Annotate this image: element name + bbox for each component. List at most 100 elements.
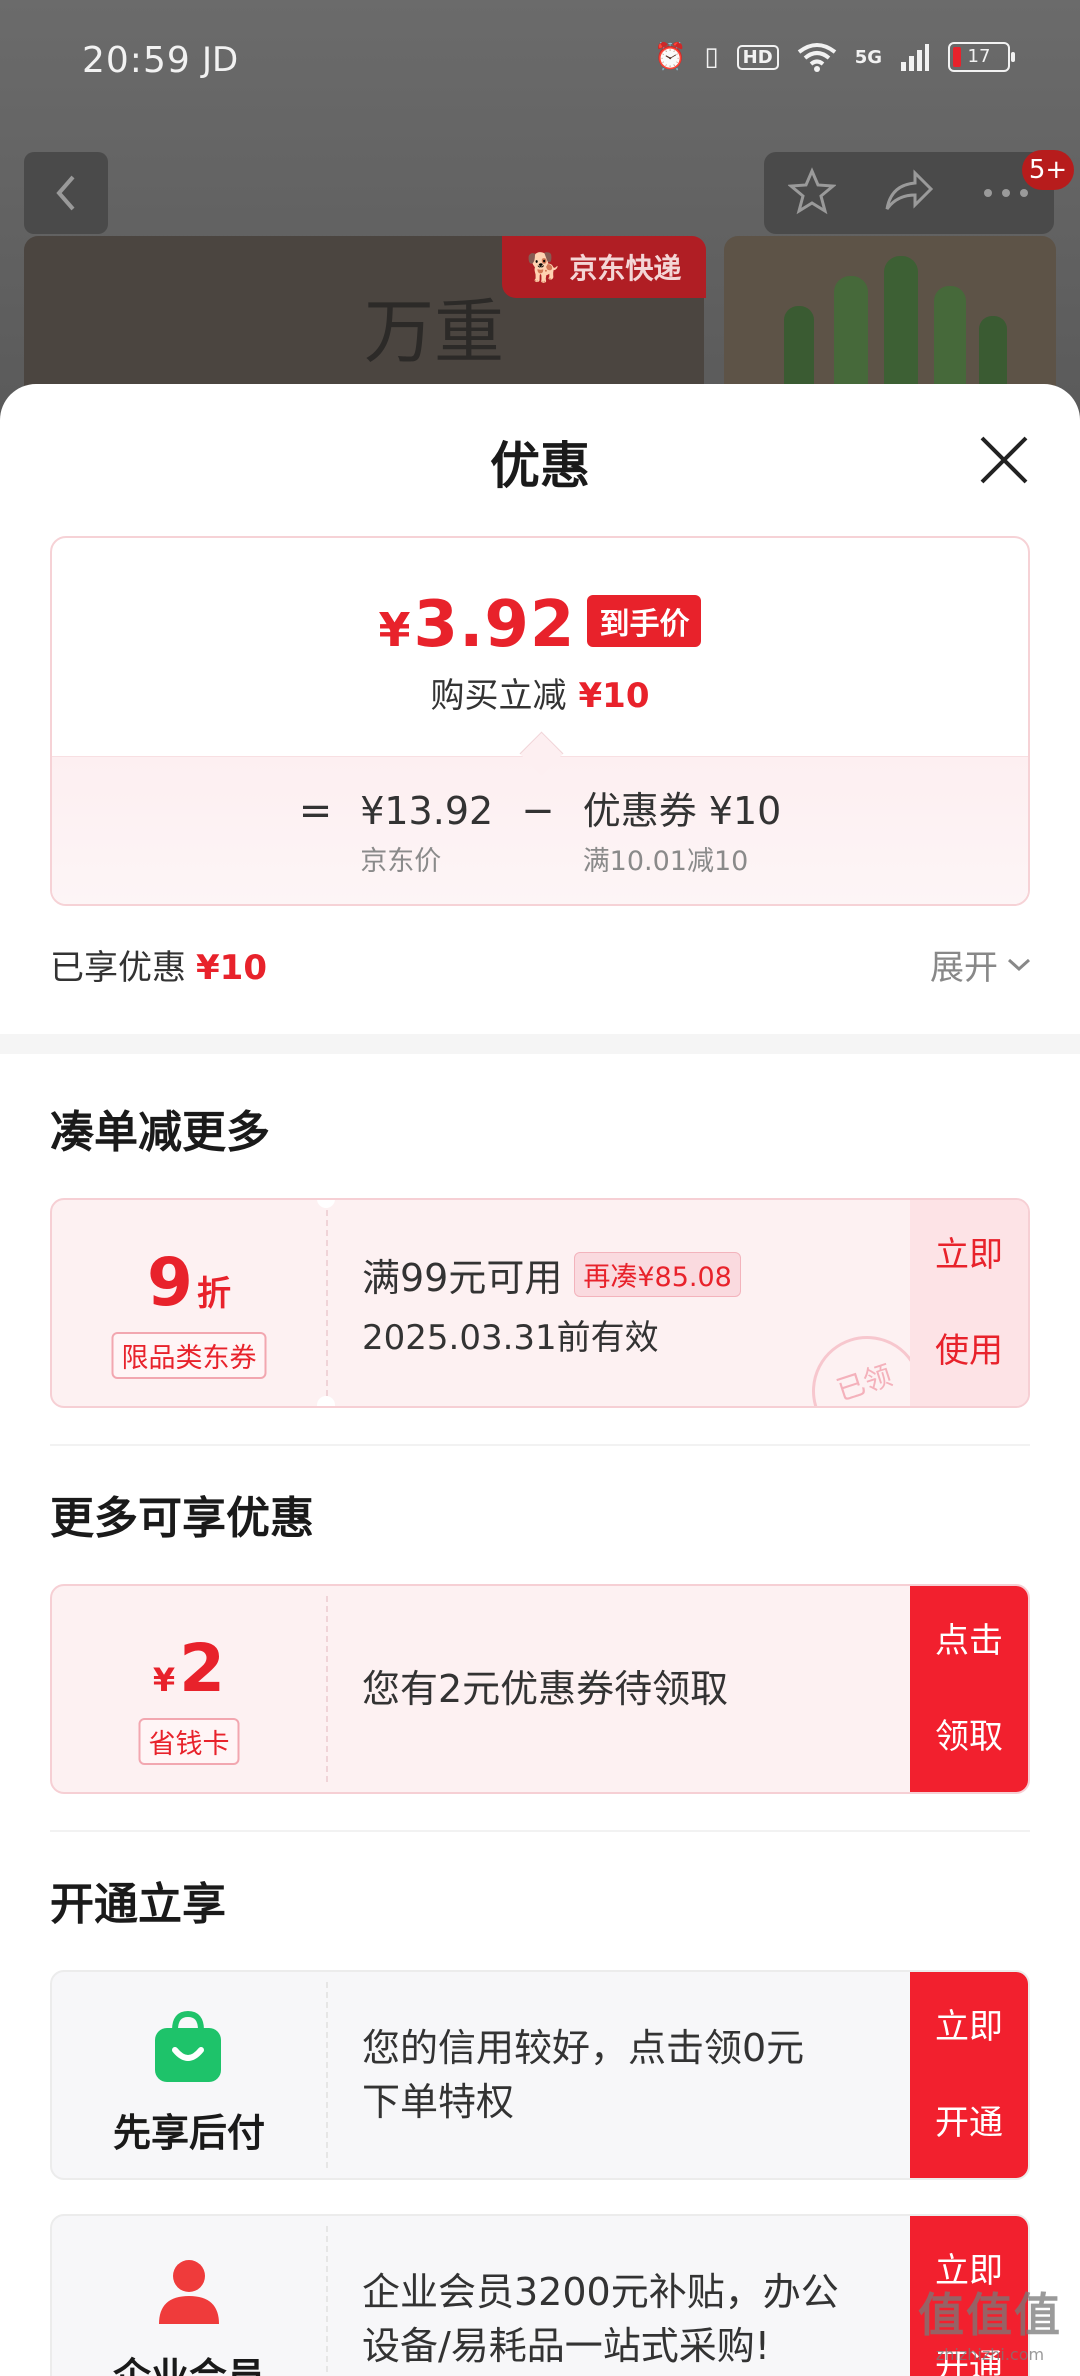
enterprise-member-card: 企业会员 企业会员3200元补贴，办公 设备/易耗品一站式采购! 立即开通	[50, 2214, 1030, 2376]
section-title-open: 开通立享	[50, 1879, 226, 1930]
pay-later-line1: 您的信用较好，点击领0元	[362, 2026, 805, 2070]
coupon-separator	[326, 1982, 328, 2168]
shopping-bag-icon	[155, 2010, 221, 2082]
coupon-term: 优惠券 ¥10 满10.01减10	[583, 787, 782, 878]
expand-label: 展开	[930, 948, 998, 988]
coupon-left: 9折 限品类东券	[52, 1200, 326, 1406]
status-app-label: JD	[202, 40, 239, 80]
watermark-logo: 值值值	[918, 2288, 1062, 2342]
pay-later-card: 先享后付 您的信用较好，点击领0元 下单特权 立即开通	[50, 1970, 1030, 2180]
dog-logo-icon: 🐕	[526, 250, 562, 284]
network-type: 5G	[854, 46, 882, 68]
watermark-url: zhizhizhi.com	[935, 2345, 1045, 2364]
star-icon	[786, 167, 837, 215]
coupon-discount-unit: 折	[196, 1274, 231, 1314]
section-title-enjoy: 更多可享优惠	[50, 1493, 314, 1544]
enterprise-line2: 设备/易耗品一站式采购!	[362, 2324, 771, 2368]
pay-later-details: 您的信用较好，点击领0元 下单特权	[362, 1972, 908, 2178]
hd-icon: HD	[736, 44, 779, 70]
coupon-separator	[326, 1210, 328, 1396]
price-equation: = ¥13.92 京东价 − 优惠券 ¥10 满10.01减10	[52, 787, 1028, 878]
claim-button[interactable]: 点击 领取	[910, 1586, 1028, 1792]
coupon-claim-text: 您有2元优惠券待领取	[362, 1667, 729, 1711]
jd-price-term: ¥13.92 京东价	[360, 787, 493, 878]
battery-indicator: 17	[948, 42, 1015, 72]
jd-express-label: 京东快递	[569, 252, 682, 285]
back-button[interactable]	[24, 152, 108, 234]
thumbnail-deco-text: 万重	[364, 291, 504, 373]
coupon-condition-text: 满99元可用	[362, 1256, 563, 1300]
alarm-icon: ⏰	[653, 42, 687, 72]
pay-later-label: 先享后付	[112, 2111, 265, 2155]
person-icon	[159, 2260, 219, 2324]
wifi-icon	[797, 43, 836, 72]
coupon-amount: ¥2	[52, 1630, 326, 1707]
more-button[interactable]	[982, 184, 1030, 203]
section-gap	[0, 1034, 1080, 1054]
enterprise-label: 企业会员	[52, 2346, 326, 2376]
enterprise-details: 企业会员3200元补贴，办公 设备/易耗品一站式采购!	[362, 2216, 908, 2376]
use-now-button[interactable]: 立即 使用	[910, 1200, 1028, 1406]
jd-price-value: ¥13.92	[360, 789, 494, 833]
final-price-value: 3.92	[413, 588, 576, 662]
expand-button[interactable]: 展开	[930, 940, 1032, 989]
signal-icon	[901, 44, 929, 71]
coupon-amount-value: 2	[179, 1630, 226, 1707]
saved-amount: ¥10	[196, 948, 267, 988]
message-badge: 5+	[1022, 150, 1074, 190]
favorite-button[interactable]	[786, 167, 837, 219]
price-calculation-area: = ¥13.92 京东价 − 优惠券 ¥10 满10.01减10	[52, 756, 1028, 904]
equals-sign: =	[298, 788, 333, 834]
currency-symbol: ¥	[378, 603, 412, 657]
coupon-expiry: 2025.03.31前有效	[362, 1318, 659, 1358]
activate-line2: 开通	[935, 2103, 1003, 2143]
activate-pay-later-button[interactable]: 立即 开通	[910, 1972, 1028, 2178]
share-button[interactable]	[883, 167, 935, 219]
nav-actions	[764, 152, 1054, 234]
final-price: ¥3.92	[379, 588, 576, 662]
discount-sheet: 优惠 ¥3.92 到手价 购买立减 ¥10 = ¥13.92 京东价 − 优惠券…	[0, 384, 1080, 2376]
coupon-condition: 满10.01减10	[582, 846, 749, 877]
status-time: 20:59	[82, 40, 191, 81]
chevron-down-icon	[1007, 958, 1031, 971]
coupon-card-discount: 9折 限品类东券 满99元可用 再凑¥85.08 2025.03.31前有效 已…	[50, 1198, 1030, 1408]
claim-line2: 领取	[935, 1717, 1003, 1757]
final-price-tag: 到手价	[587, 595, 702, 647]
divider	[50, 1444, 1030, 1446]
claim-line1: 点击	[935, 1621, 1003, 1661]
coupon-value: 优惠券 ¥10	[582, 789, 782, 833]
final-price-area: ¥3.92 到手价 购买立减 ¥10	[52, 538, 1028, 756]
coupon-condition-row: 满99元可用 再凑¥85.08	[362, 1247, 908, 1302]
coupon-separator	[326, 2226, 328, 2376]
more-dots-icon	[984, 188, 1029, 197]
activate-line1: 立即	[935, 2007, 1003, 2047]
enterprise-line1: 企业会员3200元补贴，办公	[362, 2270, 839, 2314]
vibrate-icon: ▯	[704, 42, 719, 72]
instant-discount-label: 购买立减	[430, 676, 567, 716]
coupon-yen: ¥	[152, 1661, 176, 1699]
coupon-notch-bottom	[317, 1396, 335, 1406]
final-price-row: ¥3.92 到手价	[52, 588, 1028, 662]
minus-sign: −	[521, 788, 555, 834]
coupon-separator	[326, 1596, 328, 1782]
coupon-discount-value: 9	[147, 1244, 193, 1321]
jd-express-badge: 🐕 京东快递	[502, 236, 706, 298]
price-breakdown-card: ¥3.92 到手价 购买立减 ¥10 = ¥13.92 京东价 − 优惠券 ¥10…	[50, 536, 1030, 906]
saved-discount-row: 已享优惠 ¥10	[50, 940, 267, 989]
use-now-line1: 立即	[935, 1235, 1003, 1275]
watermark: 值值值 zhizhizhi.com	[918, 2279, 1062, 2364]
share-icon	[885, 169, 934, 210]
add-more-pill: 再凑¥85.08	[574, 1252, 741, 1297]
section-title-more: 凑单减更多	[50, 1107, 270, 1158]
coupon-type-tag: 限品类东券	[111, 1332, 267, 1379]
enterprise-left: 企业会员	[52, 2216, 326, 2376]
pay-later-left: 先享后付	[52, 1972, 326, 2178]
savings-card-tag: 省钱卡	[138, 1718, 240, 1765]
status-bar: 20:59 JD ⏰ ▯ HD 5G 17	[0, 30, 1080, 100]
coupon-details: 您有2元优惠券待领取	[362, 1586, 908, 1792]
status-icons: ⏰ ▯ HD 5G 17	[653, 42, 1015, 72]
close-button[interactable]	[976, 432, 1032, 488]
jd-price-label: 京东价	[360, 846, 442, 877]
sheet-title: 优惠	[490, 437, 590, 495]
use-now-line2: 使用	[935, 1331, 1003, 1371]
